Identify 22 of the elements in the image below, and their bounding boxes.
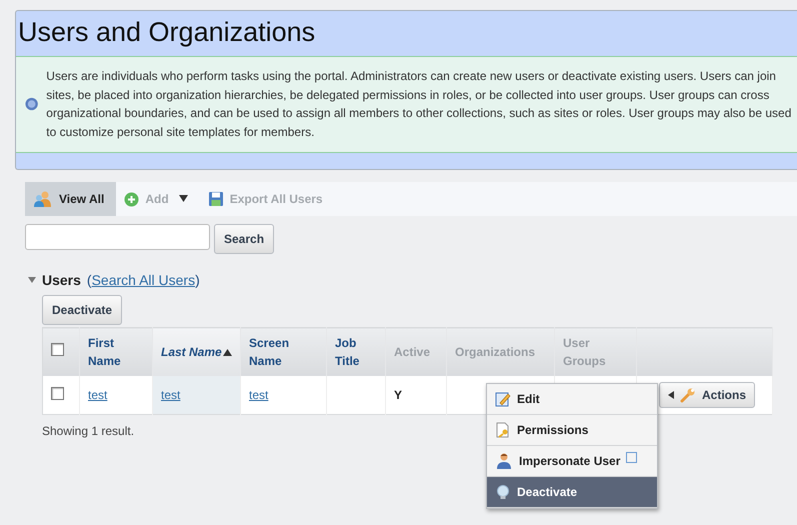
table-cell-link[interactable]: test: [249, 388, 268, 402]
search-all-users-link[interactable]: (Search All Users): [86, 272, 200, 288]
deactivate-button[interactable]: Deactivate: [42, 295, 122, 325]
search-button[interactable]: Search: [214, 224, 274, 254]
toolbar-button[interactable]: View All: [25, 182, 116, 216]
column-header[interactable]: Screen Name: [240, 328, 326, 376]
column-header[interactable]: Last Name: [152, 328, 240, 376]
column-header: Organizations: [446, 328, 554, 376]
menu-item[interactable]: Edit: [487, 384, 657, 415]
column-header[interactable]: Job Title: [326, 328, 386, 376]
menu-item[interactable]: Deactivate: [487, 477, 657, 508]
info-text: Users are individuals who perform tasks using the portal. Administrators can create new users or deactivate existing users. Users can join sites, be placed into organization hierarchies, be delegated permissions in roles, or be collected into user groups. User groups can cross organizational boundaries, and can be used to assign all members to other collections, such as sites or roles. User groups may also be used to customize personal site templates for members.: [46, 68, 792, 140]
table-cell-link[interactable]: test: [161, 388, 180, 402]
table-cell: Y: [394, 388, 402, 402]
actions-button[interactable]: Actions: [659, 382, 756, 408]
column-header: User Groups: [554, 328, 636, 376]
menu-item[interactable]: Permissions: [487, 415, 657, 446]
column-header[interactable]: First Name: [80, 328, 152, 376]
section-title: Users: [42, 272, 81, 288]
column-header: Active: [386, 328, 446, 376]
table-cell-link[interactable]: test: [88, 388, 108, 402]
result-count: Showing 1 result.: [42, 424, 134, 438]
